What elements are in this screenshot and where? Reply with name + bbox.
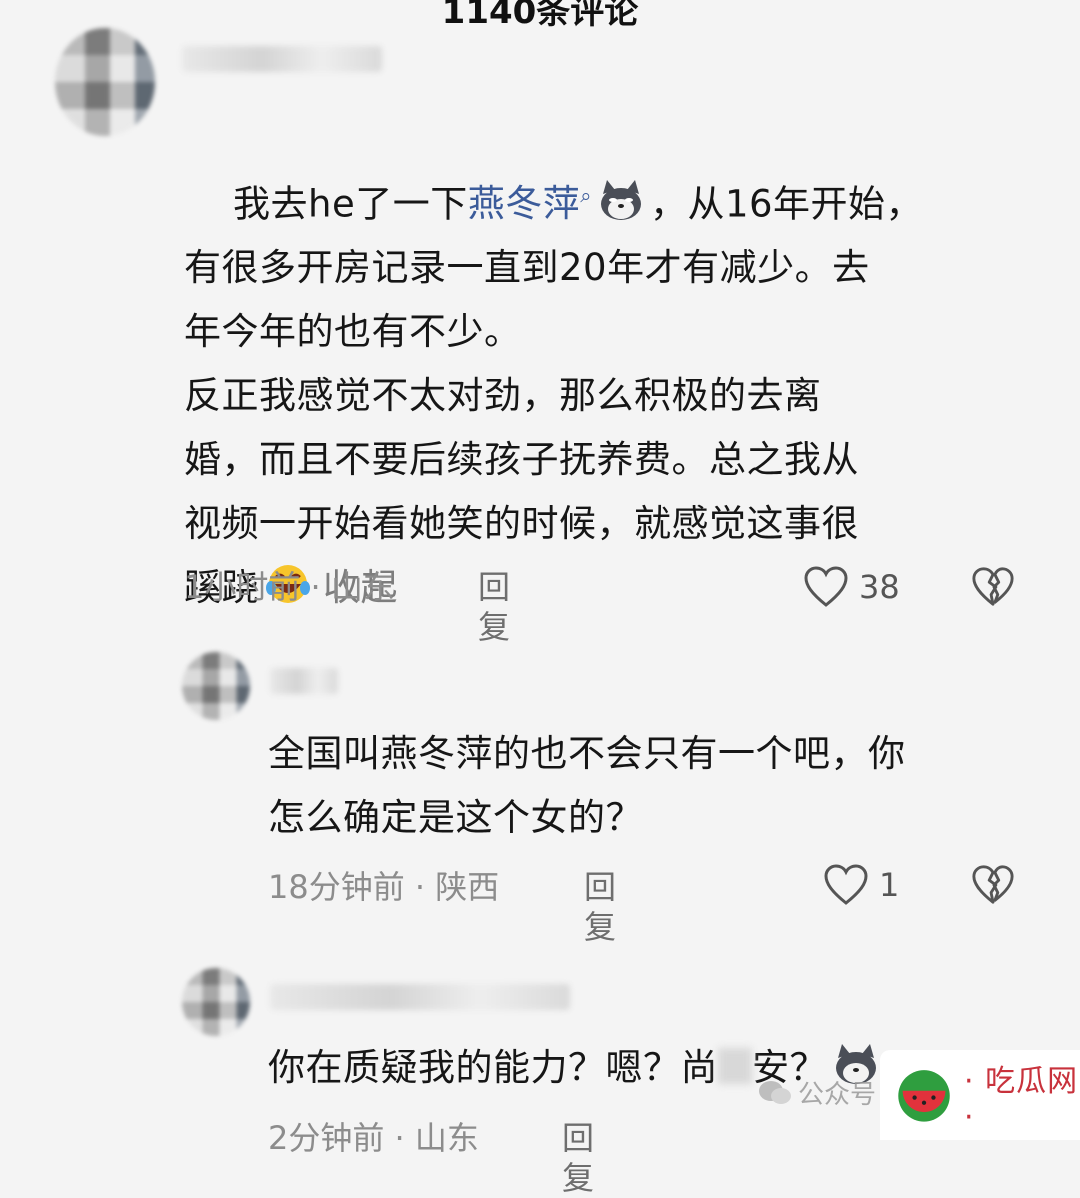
timestamp-location: 18分钟前 · 陕西 [268, 868, 500, 906]
comment-text-rest: ，从16年开始， 有很多开房记录一直到20年才有减少。去 年今年的也有不少。 反… [184, 182, 924, 610]
blurred-name-fragment [718, 1048, 752, 1084]
like-count: 38 [859, 568, 900, 606]
username-blurred[interactable] [270, 984, 570, 1010]
timestamp-location: 1小时前 · 山东 [184, 568, 395, 606]
broken-heart-icon[interactable] [971, 863, 1015, 907]
comment-count-title: 1140条评论 [441, 0, 639, 32]
timestamp-location: 2分钟前 · 山东 [268, 1119, 479, 1157]
avatar[interactable] [55, 28, 155, 136]
brand-label: · 吃瓜网 · [964, 1063, 1079, 1135]
avatar[interactable] [182, 968, 250, 1036]
brand-watermark: · 吃瓜网 · [880, 1050, 1080, 1140]
watermelon-icon [898, 1070, 950, 1122]
like-button[interactable]: 1 [823, 863, 899, 907]
wechat-watermark: 公众号 [758, 1074, 876, 1111]
like-button[interactable]: 38 [803, 565, 900, 609]
reply-button[interactable]: 回复 [478, 567, 510, 646]
broken-heart-icon[interactable] [971, 565, 1015, 609]
heart-icon [804, 566, 848, 607]
reply-button[interactable]: 回复 [562, 1118, 594, 1197]
comment-text-start: 我去he了一下 [233, 182, 468, 226]
search-link[interactable]: 燕冬萍⌕ [468, 182, 592, 225]
dog-emoji-icon [600, 180, 641, 221]
heart-icon [824, 864, 868, 905]
reply-button[interactable]: 回复 [584, 867, 616, 946]
search-icon: ⌕ [580, 184, 592, 208]
like-count: 1 [879, 866, 900, 904]
wechat-icon [759, 1080, 791, 1104]
username-blurred[interactable] [270, 668, 338, 694]
avatar[interactable] [182, 652, 250, 720]
username-blurred[interactable] [182, 46, 382, 72]
comment-text: 全国叫燕冬萍的也不会只有一个吧，你 怎么确定是这个女的？ [268, 732, 906, 839]
